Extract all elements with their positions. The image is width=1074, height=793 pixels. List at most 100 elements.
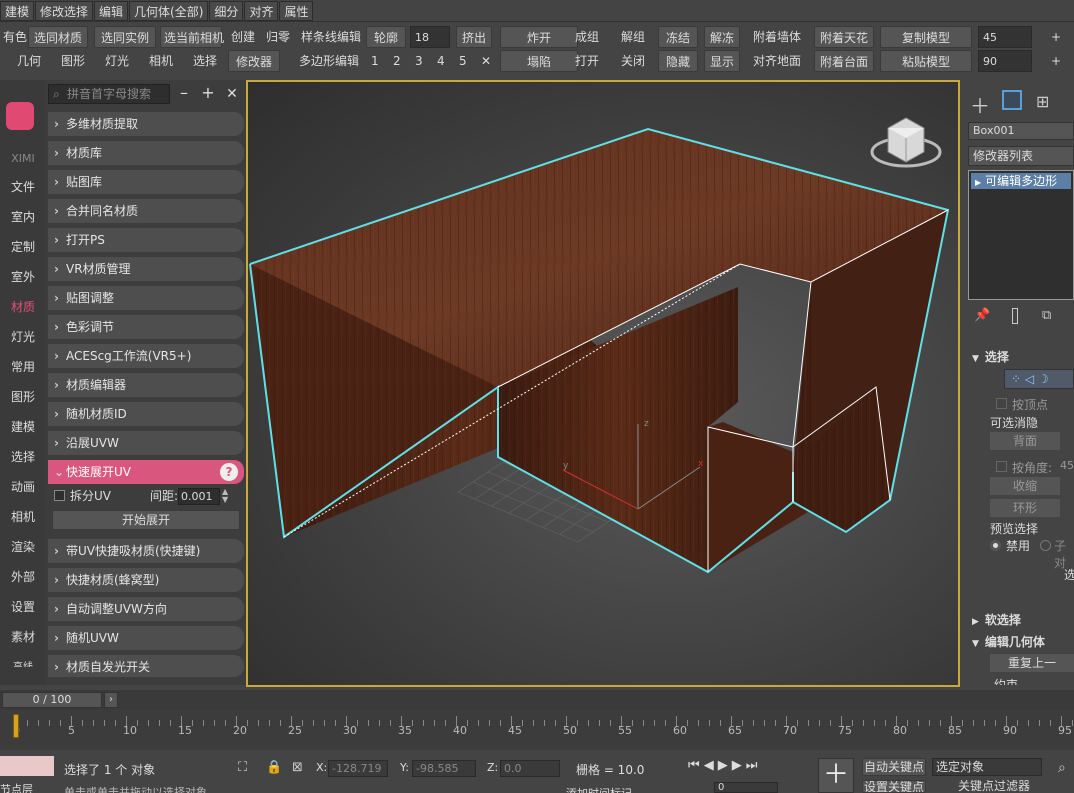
soft-selection-rollout[interactable]: ▶ 软选择 xyxy=(972,611,1021,628)
menu-item[interactable]: 修改选择 xyxy=(35,1,94,21)
key-filter-button[interactable]: 关键点过滤器 xyxy=(958,780,1042,793)
left-category-14[interactable]: 外部 xyxy=(0,568,46,585)
ring-button[interactable]: 环形 xyxy=(990,499,1060,517)
close-icon[interactable]: ✕ xyxy=(224,84,240,104)
left-category-17[interactable]: 高线 xyxy=(0,658,46,667)
toolbar-row1-button[interactable]: 创建 xyxy=(228,26,258,48)
toolbar-row1-button[interactable]: 选同材质 xyxy=(28,26,88,48)
box-model[interactable] xyxy=(249,127,950,574)
help-icon[interactable]: ? xyxy=(220,463,238,481)
panel-item[interactable]: › 随机UVW xyxy=(48,626,244,650)
time-slider-thumb[interactable]: 0 / 100 xyxy=(2,692,102,708)
toolbar-row2-button[interactable]: ✕ xyxy=(478,50,494,72)
toolbar-row2-button[interactable]: 90 xyxy=(978,50,1032,72)
timeline-cursor[interactable] xyxy=(13,714,19,738)
spacing-input[interactable]: 0.001 xyxy=(178,488,220,505)
lock-icon[interactable]: 🔒 xyxy=(266,760,282,775)
toolbar-row2-button[interactable]: 对齐地面 xyxy=(750,50,804,72)
toolbar-row2-button[interactable]: 灯光 xyxy=(102,50,130,72)
backface-button[interactable]: 背面 xyxy=(990,432,1060,450)
add-time-tag[interactable]: 添加时间标记 xyxy=(566,785,632,793)
object-name-field[interactable]: Box001 xyxy=(968,122,1074,140)
start-unwrap-button[interactable]: 开始展开 xyxy=(52,510,240,530)
left-category-9[interactable]: 建模 xyxy=(0,418,46,435)
left-category-16[interactable]: 素材 xyxy=(0,628,46,645)
panel-item[interactable]: › 贴图调整 xyxy=(48,286,244,310)
menu-item[interactable]: 建模 xyxy=(0,1,35,21)
pin-stack-icon[interactable]: 📌 xyxy=(974,308,990,323)
menu-item[interactable]: 属性 xyxy=(279,1,314,21)
node-layer-box[interactable] xyxy=(0,756,54,776)
toolbar-row1-button[interactable]: 18 xyxy=(410,26,450,48)
toolbar-row1-button[interactable]: 复制模型 xyxy=(880,26,972,48)
by-vertex-checkbox[interactable] xyxy=(996,398,1007,409)
left-category-1[interactable]: 文件 xyxy=(0,178,46,195)
panel-item[interactable]: › 材质编辑器 xyxy=(48,373,244,397)
toolbar-row1-button[interactable]: 挤出 xyxy=(456,26,492,48)
left-category-4[interactable]: 室外 xyxy=(0,268,46,285)
toolbar-row1-button[interactable]: 归零 xyxy=(262,26,294,48)
z-coordinate-field[interactable]: 0.0 xyxy=(500,760,560,777)
toolbar-row1-button[interactable]: 轮廓 xyxy=(366,26,406,48)
panel-item[interactable]: › 贴图库 xyxy=(48,170,244,194)
toolbar-row1-button[interactable]: 有色 xyxy=(0,26,27,48)
toolbar-row1-button[interactable]: 冻结 xyxy=(658,26,698,48)
current-frame-field[interactable]: 0 xyxy=(714,782,778,793)
absolute-mode-icon[interactable]: ⊠ xyxy=(292,760,303,775)
toolbar-row2-button[interactable]: 选择 xyxy=(190,50,218,72)
toolbar-row2-button[interactable]: 3 xyxy=(412,50,423,72)
playback-controls[interactable]: ⏮◀▶▶⏭ xyxy=(688,758,761,773)
panel-item[interactable]: › 自动调整UVW方向 xyxy=(48,597,244,621)
panel-item[interactable]: › VR材质管理 xyxy=(48,257,244,281)
disabled-radio[interactable] xyxy=(990,540,1001,551)
create-tab-icon[interactable]: ＋ xyxy=(970,90,990,119)
toolbar-row2-button[interactable]: 关闭 xyxy=(618,50,646,72)
by-angle-checkbox[interactable] xyxy=(996,461,1007,472)
toolbar-row2-button[interactable]: 多边形编辑 xyxy=(296,50,360,72)
toolbar-row2-button[interactable]: 4 xyxy=(434,50,445,72)
repeat-last-button[interactable]: 重复上一 xyxy=(990,654,1074,672)
viewcube-icon[interactable] xyxy=(870,117,942,168)
panel-item[interactable]: › 色彩调节 xyxy=(48,315,244,339)
toolbar-row2-button[interactable]: 修改器 xyxy=(228,50,280,72)
toolbar-row2-button[interactable]: 隐藏 xyxy=(658,50,698,72)
toolbar-row1-button[interactable]: + xyxy=(1048,26,1061,48)
panel-item[interactable]: › 带UV快捷吸材质(快捷键) xyxy=(48,539,244,563)
toolbar-row2-button[interactable]: 附着台面 xyxy=(814,50,874,72)
modifier-list-dropdown[interactable]: 修改器列表 xyxy=(968,146,1074,166)
menu-item[interactable]: 几何体(全部) xyxy=(129,1,209,21)
angle-value[interactable]: 45 xyxy=(1060,459,1074,472)
menu-item[interactable]: 对齐 xyxy=(244,1,279,21)
toolbar-row2-button[interactable]: + xyxy=(1048,50,1061,72)
toolbar-row2-button[interactable]: 打开 xyxy=(572,50,600,72)
panel-item[interactable]: › 多维材质提取 xyxy=(48,112,244,136)
toolbar-row2-button[interactable]: 几何 xyxy=(14,50,42,72)
show-end-result-icon[interactable] xyxy=(1012,308,1018,324)
panel-item[interactable]: › 快捷材质(蜂窝型) xyxy=(48,568,244,592)
toolbar-row1-button[interactable]: 45 xyxy=(978,26,1032,48)
panel-item[interactable]: › 沿展UVW xyxy=(48,431,244,455)
panel-item[interactable]: › 随机材质ID xyxy=(48,402,244,426)
left-category-15[interactable]: 设置 xyxy=(0,598,46,615)
menu-item[interactable]: 细分 xyxy=(209,1,244,21)
toolbar-row2-button[interactable]: 相机 xyxy=(146,50,174,72)
left-category-6[interactable]: 灯光 xyxy=(0,328,46,345)
toolbar-row1-button[interactable]: 解组 xyxy=(618,26,646,48)
panel-item[interactable]: › 打开PS xyxy=(48,228,244,252)
panel-item[interactable]: › 材质库 xyxy=(48,141,244,165)
time-next-arrow[interactable]: › xyxy=(104,692,118,708)
collapse-button[interactable]: – xyxy=(176,84,192,104)
make-unique-icon[interactable]: ⧉ xyxy=(1042,308,1051,323)
stack-item[interactable]: ▶ 可编辑多边形 xyxy=(971,173,1071,189)
hierarchy-tab-icon[interactable]: ⊞ xyxy=(1036,92,1049,111)
panel-item[interactable]: › 材质自发光开关 xyxy=(48,655,244,677)
add-key-button[interactable]: ＋ xyxy=(818,758,854,793)
toolbar-row2-button[interactable]: 图形 xyxy=(58,50,86,72)
selected-object-dropdown[interactable]: 选定对象 xyxy=(932,758,1042,776)
left-category-7[interactable]: 常用 xyxy=(0,358,46,375)
auto-key-button[interactable]: 自动关键点 xyxy=(862,758,926,776)
left-category-13[interactable]: 渲染 xyxy=(0,538,46,555)
time-slider[interactable]: 0 / 100 › xyxy=(0,690,1074,710)
isolate-icon[interactable]: ⛶ xyxy=(238,760,247,775)
toolbar-row2-button[interactable]: 1 xyxy=(368,50,379,72)
